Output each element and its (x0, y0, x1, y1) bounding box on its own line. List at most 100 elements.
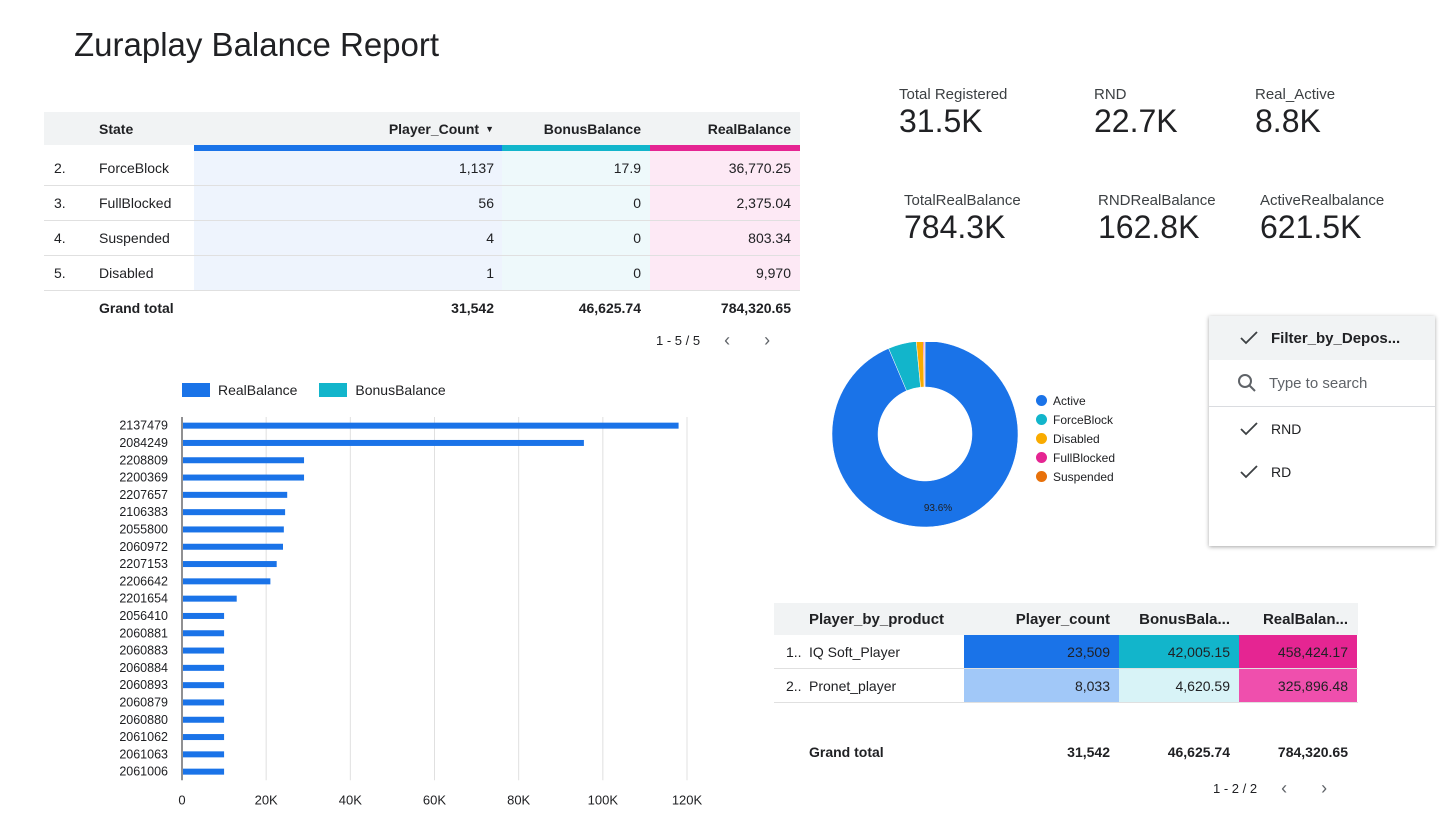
y-tick-label: 2060893 (119, 678, 168, 692)
y-tick-label: 2137479 (119, 419, 168, 433)
kpi-total-real-balance: TotalRealBalance 784.3K (904, 192, 1021, 245)
next-page-button[interactable]: › (1311, 778, 1337, 799)
kpi-rnd-real-balance: RNDRealBalance 162.8K (1098, 192, 1216, 245)
kpi-active-real-balance: ActiveRealbalance 621.5K (1260, 192, 1385, 245)
search-icon (1237, 373, 1257, 393)
table-row[interactable]: 2. ForceBlock 1,137 17.9 36,770.25 (44, 151, 800, 186)
filter-option-rnd[interactable]: RND (1209, 407, 1435, 450)
header-player-count[interactable]: Player_Count ▼ (194, 121, 502, 137)
bar-realbalance[interactable] (183, 595, 237, 602)
page-title: Zuraplay Balance Report (74, 26, 440, 63)
y-tick-label: 2201654 (119, 592, 168, 606)
bar-realbalance[interactable] (183, 561, 277, 568)
bar-realbalance[interactable] (183, 543, 283, 550)
bar-realbalance[interactable] (183, 526, 284, 533)
x-tick-label: 100K (588, 792, 619, 807)
legend-item-bonusbalance[interactable]: BonusBalance (319, 382, 446, 398)
y-tick-label: 2084249 (119, 436, 168, 450)
header-bonus-balance[interactable]: BonusBalance (502, 121, 650, 137)
header-product[interactable]: Player_by_product (807, 611, 964, 628)
y-tick-label: 2061063 (119, 747, 168, 761)
bar-realbalance[interactable] (183, 509, 286, 516)
y-tick-label: 2060880 (119, 713, 168, 727)
table-header: Player_by_product Player_count BonusBala… (774, 603, 1358, 635)
bar-realbalance[interactable] (183, 768, 225, 775)
table-row[interactable]: 5. Disabled 1 0 9,970 (44, 256, 800, 291)
x-tick-label: 120K (672, 792, 703, 807)
next-page-button[interactable]: › (754, 330, 780, 351)
y-tick-label: 2206642 (119, 574, 168, 588)
state-table: State Player_Count ▼ BonusBalance RealBa… (44, 112, 800, 324)
y-tick-label: 2060881 (119, 626, 168, 640)
table-row[interactable]: 4. Suspended 4 0 803.34 (44, 221, 800, 256)
table-row[interactable]: 3. FullBlocked 56 0 2,375.04 (44, 186, 800, 221)
filter-option-rd[interactable]: RD (1209, 450, 1435, 493)
bar-realbalance[interactable] (183, 630, 225, 637)
kpi-real-active: Real_Active 8.8K (1255, 86, 1336, 139)
y-tick-label: 2207153 (119, 557, 168, 571)
bar-realbalance[interactable] (183, 734, 225, 741)
y-tick-label: 2061062 (119, 730, 168, 744)
y-tick-label: 2060884 (119, 661, 168, 675)
x-tick-label: 0 (178, 792, 185, 807)
y-tick-label: 2106383 (119, 505, 168, 519)
bar-realbalance[interactable] (183, 474, 305, 481)
donut-legend: Active ForceBlock Disabled FullBlocked S… (1036, 391, 1115, 486)
bar-realbalance[interactable] (183, 578, 271, 585)
bar-realbalance[interactable] (183, 439, 584, 446)
state-table-pager: 1 - 5 / 5 ‹ › (656, 330, 780, 351)
bonus-color-bar (502, 145, 650, 151)
kpi-total-registered: Total Registered 31.5K (899, 86, 1008, 139)
header-real-balance[interactable]: RealBalan... (1239, 611, 1357, 628)
checkbox-checked-icon[interactable] (1239, 462, 1259, 482)
legend-swatch (319, 383, 348, 397)
bar-realbalance[interactable] (183, 664, 225, 671)
filter-dropdown: Filter_by_Depos... Type to search RND RD (1209, 316, 1435, 546)
checkbox-checked-icon[interactable] (1239, 419, 1259, 439)
bar-realbalance[interactable] (183, 612, 225, 619)
bar-realbalance[interactable] (183, 716, 225, 723)
header-bonus-balance[interactable]: BonusBala... (1119, 611, 1239, 628)
check-icon (1239, 328, 1259, 348)
bar-realbalance[interactable] (183, 647, 225, 654)
legend-item-suspended[interactable]: Suspended (1036, 467, 1115, 486)
product-table: Player_by_product Player_count BonusBala… (774, 603, 1358, 767)
legend-item-fullblocked[interactable]: FullBlocked (1036, 448, 1115, 467)
legend-item-forceblock[interactable]: ForceBlock (1036, 410, 1115, 429)
product-table-pager: 1 - 2 / 2 ‹ › (1213, 778, 1337, 799)
x-tick-label: 20K (255, 792, 278, 807)
legend-item-disabled[interactable]: Disabled (1036, 429, 1115, 448)
grand-total-row: Grand total 31,542 46,625.74 784,320.65 (99, 299, 791, 316)
bar-realbalance[interactable] (183, 682, 225, 689)
donut-slice-suspended[interactable] (924, 342, 926, 388)
y-tick-label: 2207657 (119, 488, 168, 502)
header-player-count[interactable]: Player_count (964, 611, 1119, 628)
y-tick-label: 2208809 (119, 453, 168, 467)
prev-page-button[interactable]: ‹ (1271, 778, 1297, 799)
header-state[interactable]: State (91, 121, 194, 137)
table-row[interactable]: 1.. IQ Soft_Player 23,509 42,005.15 458,… (774, 635, 1358, 669)
table-header: State Player_Count ▼ BonusBalance RealBa… (44, 112, 800, 151)
y-tick-label: 2056410 (119, 609, 168, 623)
x-tick-label: 40K (339, 792, 362, 807)
bar-realbalance[interactable] (183, 422, 679, 429)
legend-item-realbalance[interactable]: RealBalance (182, 382, 297, 398)
bar-realbalance[interactable] (183, 699, 225, 706)
bar-realbalance[interactable] (183, 751, 225, 758)
sort-desc-icon: ▼ (485, 123, 494, 134)
bar-realbalance[interactable] (183, 491, 288, 498)
filter-select-all[interactable]: Filter_by_Depos... (1209, 316, 1435, 360)
legend-swatch (182, 383, 210, 397)
header-real-balance[interactable]: RealBalance (650, 121, 800, 137)
table-row[interactable]: 2.. Pronet_player 8,033 4,620.59 325,896… (774, 669, 1358, 703)
y-tick-label: 2060972 (119, 540, 168, 554)
legend-item-active[interactable]: Active (1036, 391, 1115, 410)
bar-chart-legend: RealBalance BonusBalance (182, 382, 468, 398)
bar-realbalance[interactable] (183, 457, 305, 464)
state-donut-chart: 93.6% (831, 342, 1019, 528)
y-tick-label: 2200369 (119, 471, 168, 485)
prev-page-button[interactable]: ‹ (714, 330, 740, 351)
x-tick-label: 80K (507, 792, 530, 807)
balance-bar-chart: 0 20K 40K 60K 80K 100K 120K 2137479 2084249 22088… (119, 417, 703, 807)
filter-search-input[interactable]: Type to search (1209, 360, 1435, 407)
